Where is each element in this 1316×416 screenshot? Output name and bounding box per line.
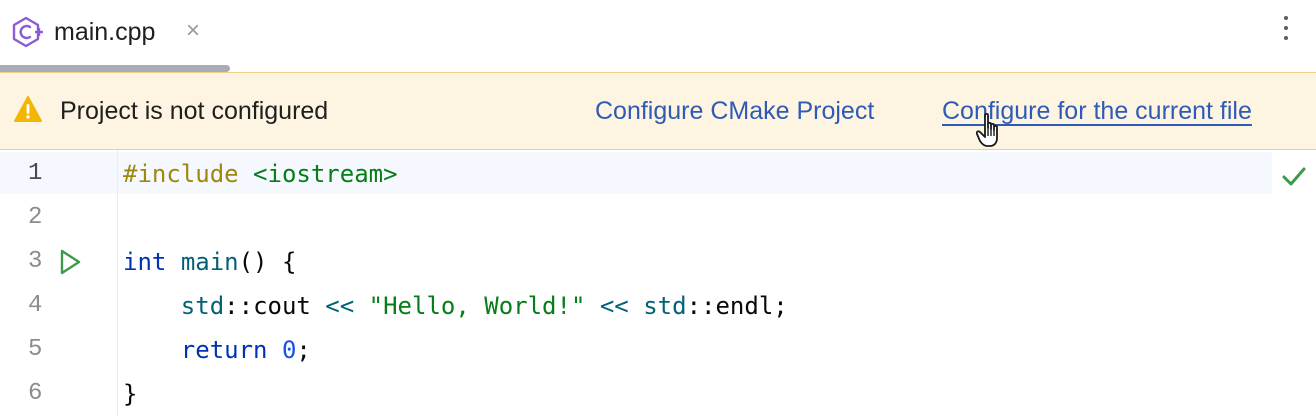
code-line[interactable]: 2 [0,196,1272,240]
code-line[interactable]: 5 return 0; [0,328,1272,372]
code-text[interactable]: return 0; [123,328,311,372]
hand-cursor-icon [976,112,998,147]
code-line[interactable]: 6 } [0,372,1272,416]
string-literal: "Hello, World!" [368,292,586,320]
operator: << [585,292,644,320]
banner-message: Project is not configured [60,97,329,125]
punctuation: ; [296,336,311,364]
identifier: cout [253,292,311,320]
project-not-configured-banner: Project is not configured Configure CMak… [0,72,1316,150]
tab-main-cpp[interactable]: main.cpp × [0,0,230,72]
line-number: 4 [28,292,43,319]
active-tab-indicator [0,65,230,72]
number-literal: 0 [281,336,297,364]
tab-title: main.cpp [54,18,156,46]
punctuation: } [123,380,138,408]
keyword: int [123,248,167,276]
line-number: 6 [28,380,43,407]
no-problems-check-icon[interactable] [1280,162,1308,190]
line-number: 1 [28,160,43,187]
punctuation: () { [238,248,297,276]
tab-close-icon[interactable]: × [186,17,200,45]
include-header: <iostream> [238,160,398,188]
configure-cmake-project-link[interactable]: Configure CMake Project [595,95,874,127]
run-icon[interactable] [58,248,82,276]
identifier: endl; [715,292,788,320]
code-text[interactable]: #include <iostream> [123,152,398,196]
cpp-file-icon [12,16,43,48]
more-options-icon[interactable] [1282,16,1290,46]
code-line[interactable]: 3 int main() { [0,240,1272,284]
code-line[interactable]: 1 #include <iostream> [0,152,1272,196]
operator: << [310,292,369,320]
code-text[interactable]: std::cout << "Hello, World!" << std::end… [123,284,788,328]
preprocessor-directive: #include [123,160,239,188]
line-number: 5 [28,336,43,363]
namespace: std [180,292,225,320]
code-text[interactable]: } [123,372,137,416]
line-number: 3 [28,248,43,275]
line-number: 2 [28,204,43,231]
namespace: std [643,292,687,320]
editor-tab-bar: main.cpp × [0,0,1316,72]
scope-operator: :: [224,292,254,320]
function-name: main [180,248,239,276]
code-line[interactable]: 4 std::cout << "Hello, World!" << std::e… [0,284,1272,328]
scope-operator: :: [686,292,716,320]
warning-icon [14,96,42,122]
code-text[interactable]: int main() { [123,240,296,284]
keyword: return [180,336,268,364]
